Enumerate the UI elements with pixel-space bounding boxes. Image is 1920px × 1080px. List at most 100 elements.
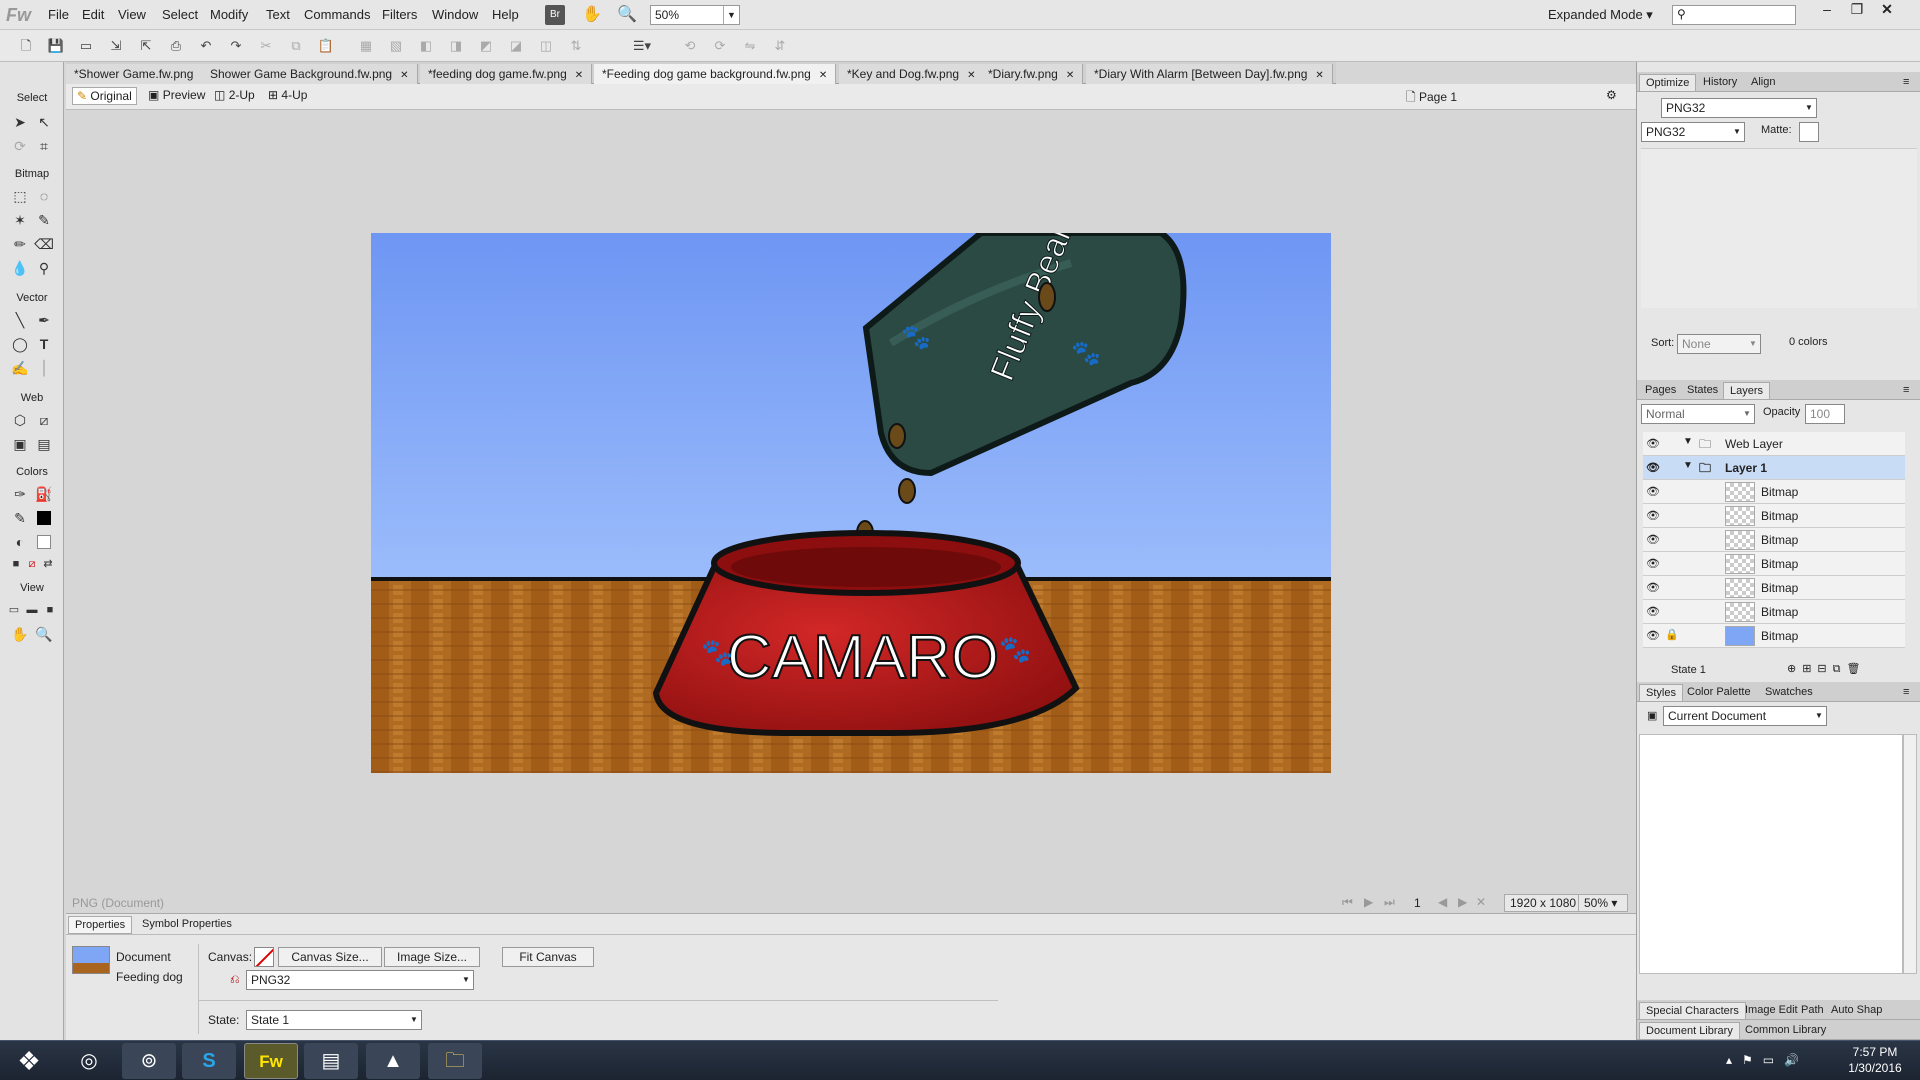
standard-screen-icon[interactable]: ▭ (4, 600, 24, 620)
app-icon[interactable]: ◎ (62, 1043, 116, 1079)
page-selector[interactable]: 🗋 Page 1 (1406, 88, 1457, 109)
doc-tab[interactable]: *Diary.fw.png ✕ (980, 64, 1084, 84)
menu-edit[interactable]: Edit (82, 7, 104, 22)
tab-states[interactable]: States (1681, 382, 1724, 398)
intersect-icon[interactable]: ◩ (476, 36, 496, 56)
eye-icon[interactable]: 👁 (1646, 461, 1660, 474)
close-icon[interactable]: ✕ (400, 70, 408, 81)
restore-button[interactable]: ❐ (1842, 0, 1872, 20)
eye-icon[interactable]: 👁 (1646, 629, 1660, 642)
stamp-tool-icon[interactable]: ⚲ (34, 258, 54, 278)
bridge-icon[interactable]: Br (545, 5, 565, 25)
layer-row-bitmap[interactable]: 👁 🔒 Bitmap (1643, 624, 1905, 648)
marquee-tool-icon[interactable]: ⬚ (10, 186, 30, 206)
copy-icon[interactable]: ⧉ (286, 36, 306, 56)
doc-tab[interactable]: Shower Game Background.fw.png ✕ (202, 64, 418, 84)
view-original[interactable]: ✎ Original (72, 87, 137, 105)
export-format-select[interactable]: PNG32 ▼ (246, 970, 474, 990)
crop-tool-icon[interactable]: ⌗ (34, 136, 54, 156)
slice-tool-icon[interactable]: ⧄ (34, 410, 54, 430)
workspace-mode[interactable]: Expanded Mode ▾ (1548, 7, 1653, 23)
cut-icon[interactable]: ✂ (256, 36, 276, 56)
ungroup-icon[interactable]: ▧ (386, 36, 406, 56)
tab-image-edit[interactable]: Image Edit (1739, 1002, 1804, 1018)
styles-scrollbar[interactable] (1903, 734, 1917, 974)
zoom-select[interactable]: 50% ▼ (650, 5, 740, 25)
winrar-icon[interactable]: ▤ (304, 1043, 358, 1079)
menu-filters[interactable]: Filters (382, 7, 417, 22)
export-icon[interactable]: ⇱ (136, 36, 156, 56)
tab-swatches[interactable]: Swatches (1759, 684, 1819, 700)
pencil-tool-icon[interactable]: ✏ (10, 234, 30, 254)
close-icon[interactable]: ✕ (575, 70, 583, 81)
paint-bucket-icon[interactable]: ⛽ (34, 484, 54, 504)
doc-tab[interactable]: *feeding dog game.fw.png ✕ (420, 64, 593, 84)
fireworks-icon[interactable]: Fw (244, 1043, 298, 1079)
magic-wand-icon[interactable]: ✶ (10, 210, 30, 230)
view-preview[interactable]: ▣ Preview (148, 88, 205, 102)
exit-icon[interactable]: ✕ (1476, 895, 1486, 909)
view-2up[interactable]: ◫ 2-Up (214, 88, 255, 102)
help-search-input[interactable]: ⚲ (1672, 5, 1796, 25)
scale-tool-icon[interactable]: ⟳ (10, 136, 30, 156)
line-tool-icon[interactable]: ╲ (10, 310, 30, 330)
tab-layers[interactable]: Layers (1723, 382, 1771, 399)
doc-tab[interactable]: *Shower Game.fw.png✕ (66, 64, 219, 84)
import-icon[interactable]: ⇲ (106, 36, 126, 56)
subselect-tool-icon[interactable]: ↖ (34, 112, 54, 132)
eye-icon[interactable]: 👁 (1646, 437, 1660, 450)
tab-styles[interactable]: Styles (1639, 684, 1683, 701)
panel-menu-icon[interactable]: ≡ (1897, 382, 1915, 398)
optimize-preset-select[interactable]: PNG32 ▼ (1661, 98, 1817, 118)
layer-actions[interactable]: ⊕⊞⊟⧉🗑 (1787, 662, 1866, 676)
minimize-button[interactable]: – (1812, 0, 1842, 20)
first-frame-icon[interactable]: ⏮ (1342, 895, 1353, 910)
close-icon[interactable]: ✕ (819, 70, 827, 81)
fill-color-icon[interactable]: ◐ (10, 532, 30, 552)
flip-horizontal-icon[interactable]: ⇋ (740, 36, 760, 56)
tab-color-palette[interactable]: Color Palette (1681, 684, 1757, 700)
matte-swatch[interactable] (1799, 122, 1819, 142)
canvas-size-button[interactable]: Canvas Size... (278, 947, 382, 967)
lasso-tool-icon[interactable]: ◌ (34, 186, 54, 206)
tab-history[interactable]: History (1697, 74, 1743, 90)
tray-icons[interactable]: ▴⚑▭🔊 (1726, 1053, 1809, 1067)
styles-library-select[interactable]: Current Document ▼ (1663, 706, 1827, 726)
layer-row-layer1[interactable]: 👁 ▼ 🗀 Layer 1 (1643, 456, 1905, 480)
eye-icon[interactable]: 👁 (1646, 485, 1660, 498)
menu-text[interactable]: Text (266, 7, 290, 22)
align-icon[interactable]: ☰▾ (632, 36, 652, 56)
menu-commands[interactable]: Commands (304, 7, 370, 22)
group-icon[interactable]: ▦ (356, 36, 376, 56)
hand-tool-icon[interactable]: ✋ (10, 624, 30, 644)
rotate-left-icon[interactable]: ⟲ (680, 36, 700, 56)
zoom-icon[interactable]: 🔍 (617, 5, 637, 25)
tab-optimize[interactable]: Optimize (1639, 74, 1697, 91)
layer-row-bitmap[interactable]: 👁 Bitmap (1643, 576, 1905, 600)
chevron-down-icon[interactable]: ▼ (1683, 460, 1693, 471)
close-icon[interactable]: ✕ (1066, 70, 1074, 81)
ellipse-tool-icon[interactable]: ◯ (10, 334, 30, 354)
hide-slices-icon[interactable]: ▣ (10, 434, 30, 454)
undo-icon[interactable]: ↶ (196, 36, 216, 56)
eyedropper-icon[interactable]: ✑ (10, 484, 30, 504)
tab-pages[interactable]: Pages (1639, 382, 1682, 398)
layer-row-bitmap[interactable]: 👁 Bitmap (1643, 528, 1905, 552)
eye-icon[interactable]: 👁 (1646, 533, 1660, 546)
union-icon[interactable]: ◨ (446, 36, 466, 56)
sort-select[interactable]: None ▼ (1677, 334, 1761, 354)
print-icon[interactable]: ⎙ (166, 36, 186, 56)
freeform-tool-icon[interactable]: ✍ (10, 358, 30, 378)
play-icon[interactable]: ▶ (1364, 895, 1373, 909)
image-size-button[interactable]: Image Size... (384, 947, 480, 967)
prev-frame-icon[interactable]: ◀ (1438, 895, 1447, 909)
aim-icon[interactable]: ▲ (366, 1043, 420, 1079)
full-screen-icon[interactable]: ■ (40, 600, 60, 620)
full-screen-menu-icon[interactable]: ▬ (22, 600, 42, 620)
punch-icon[interactable]: ◪ (506, 36, 526, 56)
eye-icon[interactable]: 👁 (1646, 557, 1660, 570)
flip-vertical-icon[interactable]: ⇵ (770, 36, 790, 56)
paste-icon[interactable]: 📋 (316, 36, 336, 56)
doc-tab[interactable]: *Diary With Alarm [Between Day].fw.png ✕ (1086, 64, 1333, 84)
last-frame-icon[interactable]: ⏭ (1384, 895, 1395, 910)
